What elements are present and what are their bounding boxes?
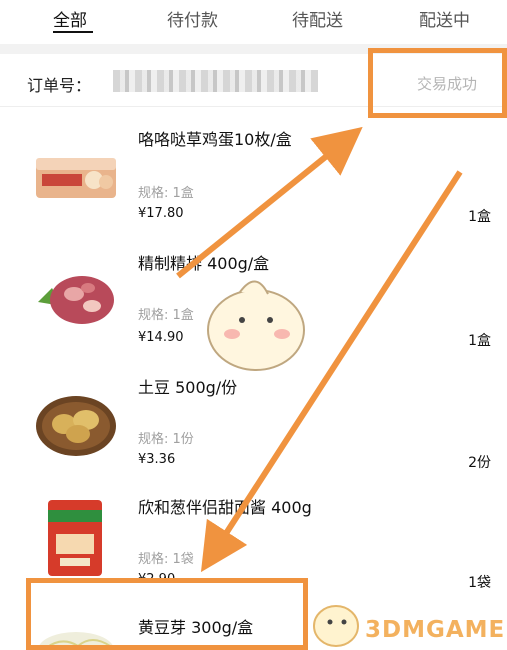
watermark-text: 3DMGAME — [365, 617, 506, 643]
annotation-overlay — [176, 126, 463, 647]
watermark-logo-icon — [313, 605, 359, 647]
mascot-icon — [207, 280, 305, 371]
arrow-to-status — [176, 126, 363, 279]
